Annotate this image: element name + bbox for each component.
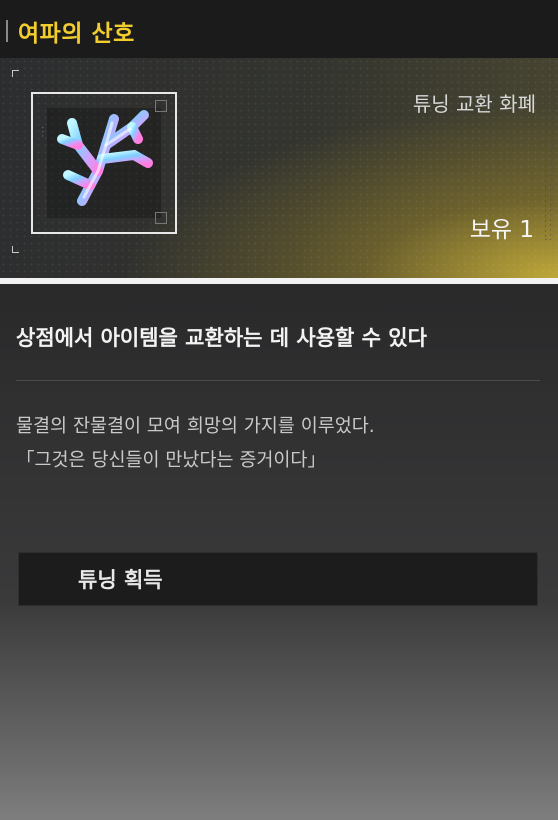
coral-icon [57,110,153,206]
item-title: 여파의 산호 [18,21,135,47]
item-detail-panel: 여파의 산호 ··· 튜닝 교환 화폐 보유 1 상점에서 아이템을 교환하는 … [0,0,558,820]
banner-divider [0,278,558,284]
section-divider [16,380,540,381]
banner-scroll-indicator [545,60,551,240]
flavor-line: 「그것은 당신들이 만났다는 증거이다」 [16,450,326,471]
flavor-line: 물결의 잔물결이 모여 희망의 가지를 이루었다. [16,416,375,437]
item-usage-text: 상점에서 아이템을 교환하는 데 사용할 수 있다 [16,326,427,350]
corner-mark [12,246,19,253]
title-accent [6,20,8,42]
title-bar: 여파의 산호 [0,0,558,58]
item-category: 튜닝 교환 화폐 [412,92,536,116]
acquire-source-label: 튜닝 획득 [78,568,163,592]
held-count: 보유 1 [469,217,534,243]
flavor-text: 물결의 잔물결이 모여 희망의 가지를 이루었다. 「그것은 당신들이 만났다는… [16,410,375,478]
frame-decoration: ··· [36,126,47,139]
corner-mark [12,70,19,77]
